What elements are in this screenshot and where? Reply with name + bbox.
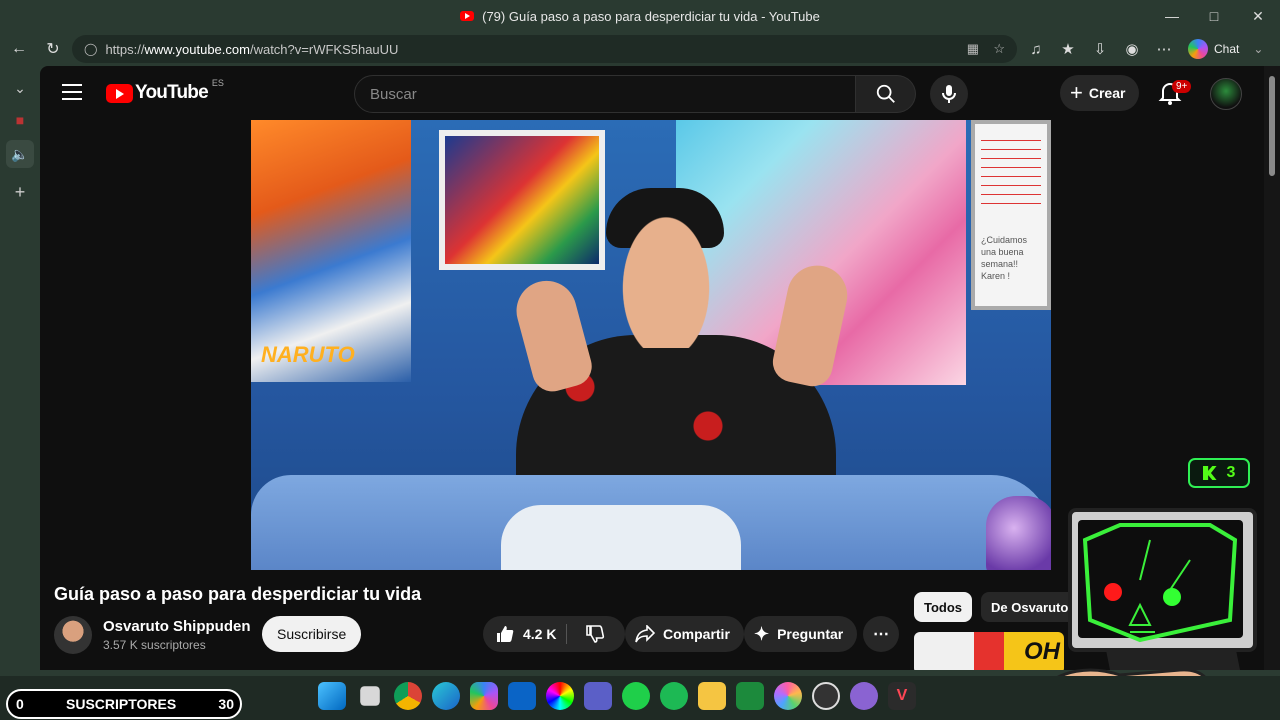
favorite-star-icon[interactable]: ☆ [993,41,1005,57]
chip-all[interactable]: Todos [914,592,973,622]
subscriber-current: 0 [16,696,24,712]
naruto-poster: NARUTO [251,120,411,382]
sparkle-icon: ✦ [754,623,770,644]
subscriber-goal-widget: 0 SUSCRIPTORES 30 [6,689,242,719]
region-code: ES [211,78,224,88]
share-label: Compartir [663,626,730,642]
url-prefix: https:// [105,41,145,57]
reload-icon[interactable]: ↻ [36,34,70,64]
logo-text: YouTube [135,82,209,103]
profile-ring-icon[interactable]: ◉ [1118,35,1146,63]
window-title: (79) Guía paso a paso para desperdiciar … [482,8,820,24]
notifications-badge: 9+ [1172,80,1192,93]
chrome-icon[interactable] [394,682,422,710]
menu-icon[interactable] [62,84,82,102]
site-info-icon[interactable]: ◯ [84,42,97,56]
ask-label: Preguntar [777,626,844,642]
video-title: Guía paso a paso para desperdiciar tu vi… [54,584,422,604]
file-explorer-icon[interactable] [698,682,726,710]
chat-label: Chat [1214,42,1240,56]
chevron-down-icon: ⌄ [1253,42,1264,56]
like-button[interactable]: 4.2 K [483,616,565,652]
task-view-icon[interactable] [360,686,380,706]
youtube-logo[interactable]: YouTube ES [106,78,224,104]
browser-side-tabs: ⌄ ■ 🔈 + [0,66,40,676]
dislike-button[interactable] [575,616,615,652]
plus-icon: + [1070,80,1083,105]
microphone-icon [942,85,956,103]
pillow [501,505,741,570]
close-icon[interactable]: ✕ [1236,0,1280,32]
tab-favicon-icon[interactable]: ■ [6,106,34,134]
video-player[interactable]: NARUTO ¿Cuidamos una buena semana!! Kare… [251,120,1051,570]
color-picker-icon[interactable] [546,682,574,710]
send-app-icon[interactable] [622,682,650,710]
youtube-header: YouTube ES Buscar + Crear 9+ [40,66,1264,120]
create-label: Crear [1088,85,1126,101]
address-bar[interactable]: ◯ https://www.youtube.com/watch?v=rWFKS5… [72,35,1017,63]
browser-toolbar: ← ↻ ◯ https://www.youtube.com/watch?v=rW… [0,32,1280,66]
like-dislike-group: 4.2 K [483,616,625,652]
window-title-bar: (79) Guía paso a paso para desperdiciar … [0,0,1280,32]
ask-button[interactable]: ✦ Preguntar [744,616,858,652]
subscriber-count: 3.57 K suscriptores [103,638,206,652]
share-button[interactable]: Compartir [625,616,744,652]
taskbar-apps: V [318,682,916,710]
like-count: 4.2 K [523,626,557,642]
channel-name[interactable]: Osvaruto Shippuden [103,618,251,635]
minimize-icon[interactable]: — [1150,0,1194,32]
poster-text: NARUTO [261,342,355,367]
copilot-app-icon[interactable] [470,682,498,710]
share-icon [635,625,655,643]
favorites-icon[interactable]: ★ [1054,35,1082,63]
back-icon[interactable]: ← [2,34,36,64]
create-button[interactable]: + Crear [1060,75,1140,111]
subscriber-label: SUSCRIPTORES [66,696,177,712]
kick-logo-icon [1202,466,1217,480]
app-available-icon[interactable]: ▦ [967,41,979,57]
kick-count: 3 [1226,464,1236,481]
subscriber-goal: 30 [218,696,234,712]
voice-search-button[interactable] [930,75,968,113]
search-input[interactable]: Buscar [354,75,856,113]
url-path: /watch?v=rWFKS5hauUU [249,41,399,57]
thumbs-down-icon [586,625,605,643]
windows-start-icon[interactable] [318,682,346,710]
chat-app-icon[interactable] [850,682,878,710]
url-host: www.youtube.com [144,41,250,57]
search-button[interactable] [856,75,916,113]
youtube-favicon-icon [460,11,475,21]
obs-icon[interactable] [812,682,840,710]
audio-playing-icon[interactable]: 🔈 [6,140,34,168]
spotify-icon[interactable] [660,682,688,710]
maximize-icon[interactable]: □ [1192,0,1236,32]
account-avatar[interactable] [1210,78,1242,110]
person-face [611,198,721,348]
valorant-icon[interactable]: V [888,682,916,710]
downloads-icon[interactable]: ⇩ [1086,35,1114,63]
more-options-icon[interactable]: ⋯ [1150,35,1178,63]
channel-avatar[interactable] [54,616,92,654]
thumbs-up-icon [497,626,514,642]
spreadsheet-icon[interactable] [736,682,764,710]
new-tab-icon[interactable]: + [6,178,34,206]
whiteboard: ¿Cuidamos una buena semana!! Karen ! [971,120,1051,310]
channel-row: Osvaruto Shippuden 3.57 K suscriptores S… [54,614,914,658]
subscribe-button[interactable]: Suscribirse [262,616,362,652]
teams-icon[interactable] [584,682,612,710]
search-icon [876,84,895,103]
copilot-icon [1188,39,1208,59]
edge-icon[interactable] [432,682,460,710]
whiteboard-note: ¿Cuidamos una buena semana!! Karen ! [981,235,1028,281]
photos-icon[interactable] [774,682,802,710]
beyblade-poster [439,130,605,270]
collapse-chevron-icon[interactable]: ⌄ [6,74,34,102]
copilot-chat-button[interactable]: Chat ⌄ [1188,35,1263,63]
extension-music-icon[interactable]: ♫ [1022,35,1050,63]
kick-viewer-badge: 3 [1188,458,1250,488]
youtube-play-icon [106,83,133,103]
more-actions-button[interactable]: ⋯ [863,616,899,652]
outlook-icon[interactable] [508,682,536,710]
